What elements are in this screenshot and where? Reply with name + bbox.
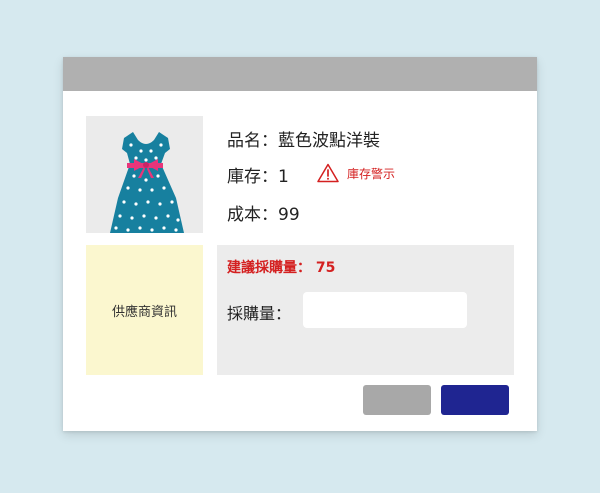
- purchase-quantity-input[interactable]: [303, 292, 467, 328]
- suggested-quantity: 建議採購量： 75: [227, 260, 336, 276]
- dress-icon: [110, 132, 184, 233]
- supplier-info-label: 供應商資訊: [111, 304, 177, 320]
- product-image: [86, 116, 203, 233]
- dialog-titlebar[interactable]: [63, 57, 537, 91]
- product-name: 品名：藍色波點洋裝: [227, 131, 380, 151]
- product-cost: 成本：99: [227, 205, 300, 225]
- supplier-info-button[interactable]: 供應商資訊: [86, 245, 203, 375]
- stock-warning: 庫存警示: [317, 162, 395, 184]
- purchase-panel: 建議採購量： 75 採購量：: [217, 245, 514, 375]
- purchase-dialog: 品名：藍色波點洋裝 庫存：1 成本：99 庫存警示 供應商資訊 建議採購量： 7…: [63, 57, 537, 431]
- cancel-button[interactable]: [363, 385, 431, 415]
- stock-warning-label: 庫存警示: [347, 166, 396, 181]
- product-stock: 庫存：1: [227, 167, 289, 187]
- confirm-button[interactable]: [441, 385, 509, 415]
- purchase-quantity-label: 採購量：: [227, 304, 292, 323]
- warning-triangle-icon: [317, 163, 339, 183]
